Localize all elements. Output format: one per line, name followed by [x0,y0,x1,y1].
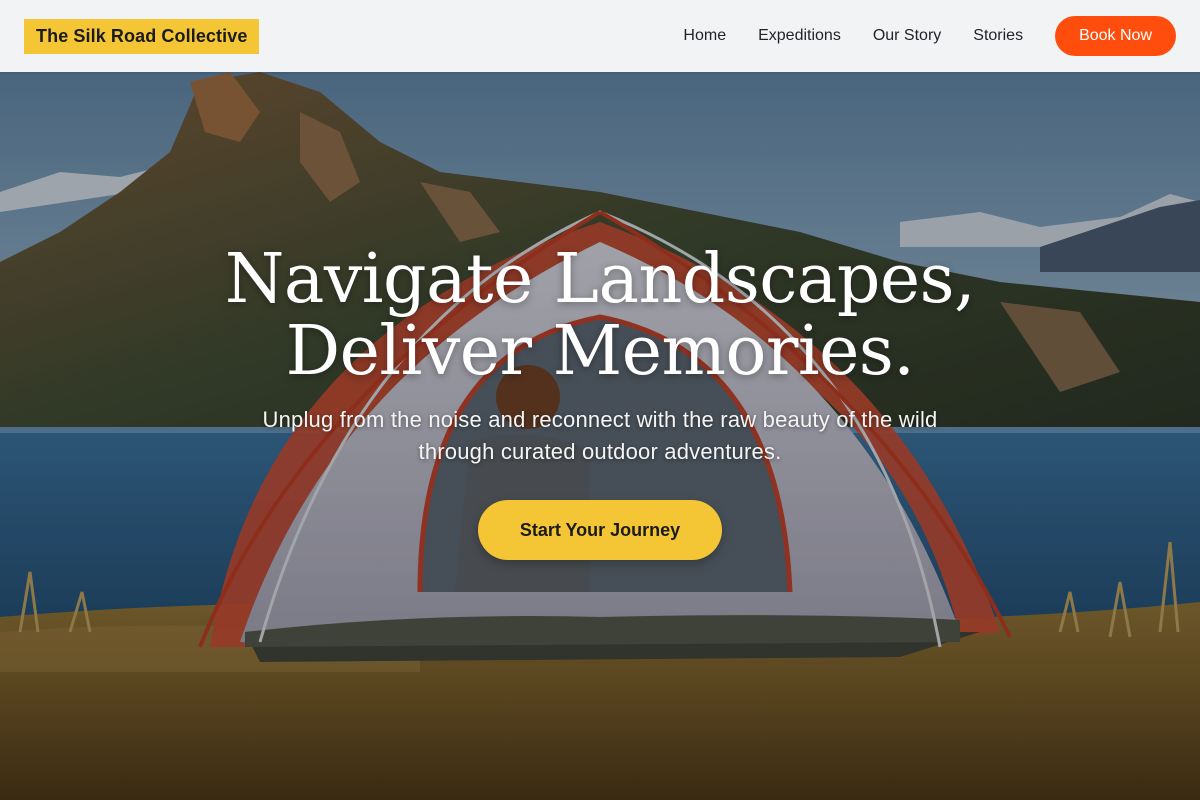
nav-stories-link[interactable]: Stories [973,27,1023,45]
nav-home-link[interactable]: Home [683,27,726,45]
nav-expeditions-link[interactable]: Expeditions [758,27,841,45]
hero-headline: Navigate Landscapes, Deliver Memories. [0,244,1200,388]
book-now-button[interactable]: Book Now [1055,16,1176,56]
hero-headline-line-2: Deliver Memories. [285,312,915,391]
start-journey-button[interactable]: Start Your Journey [478,500,722,560]
brand-logo[interactable]: The Silk Road Collective [24,18,260,54]
nav-our-story-link[interactable]: Our Story [873,27,941,45]
hero-section: Navigate Landscapes, Deliver Memories. U… [0,72,1200,800]
main-nav: Home Expeditions Our Story Stories Book … [683,16,1176,56]
hero-content: Navigate Landscapes, Deliver Memories. U… [0,244,1200,560]
hero-subtitle: Unplug from the noise and reconnect with… [262,407,938,464]
hero-headline-line-1: Navigate Landscapes, [224,240,976,319]
site-header: The Silk Road Collective Home Expedition… [0,0,1200,72]
